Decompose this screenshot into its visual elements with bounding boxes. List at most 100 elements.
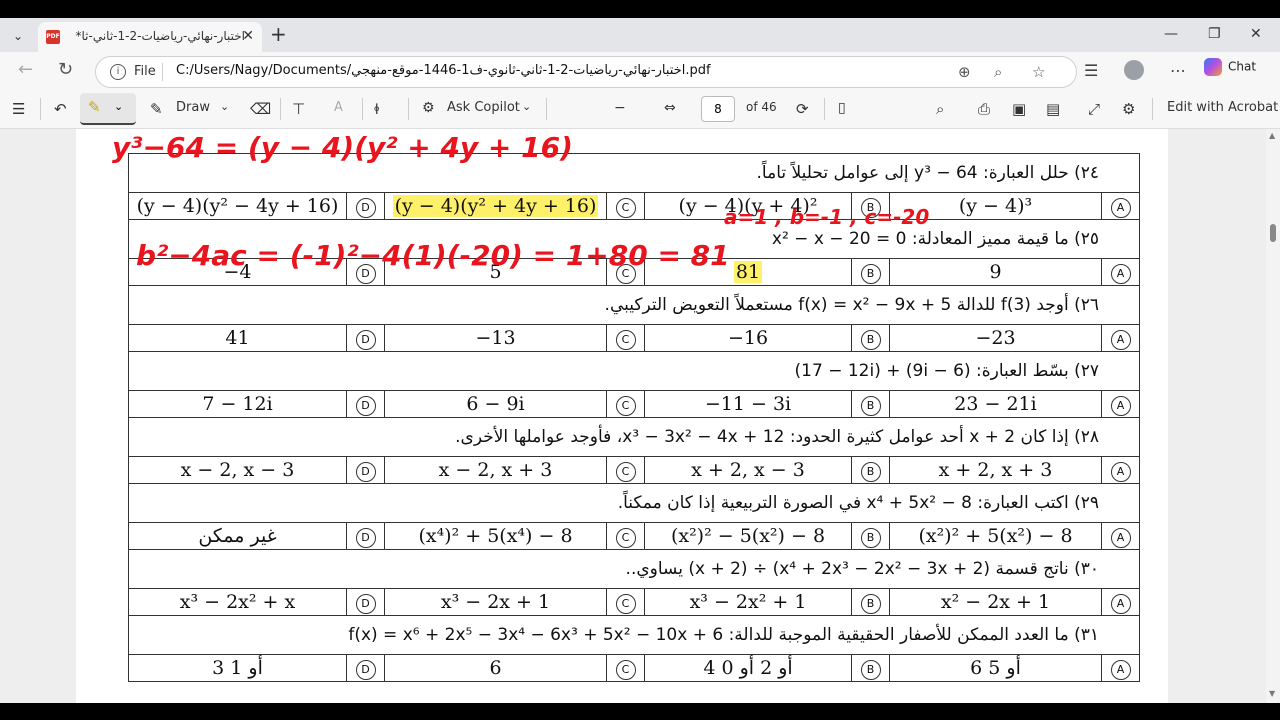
option-value: 81 <box>733 261 763 283</box>
option-d-text: x³ − 2x² + x <box>128 588 347 616</box>
question-text: ٢٩) اكتب العبارة: x⁴ + 5x² − 8 في الصورة… <box>127 483 1141 523</box>
pdf-file-icon: PDF <box>46 30 60 44</box>
option-a-letter: A <box>1100 192 1141 220</box>
copilot-icon <box>1204 58 1222 76</box>
zoom-out-icon[interactable]: − <box>614 100 626 116</box>
option-letter-circle: D <box>355 198 376 218</box>
option-d-text: (y − 4)(y² − 4y + 16) <box>128 192 347 220</box>
option-value: 9 <box>989 261 1002 283</box>
divider <box>40 98 41 120</box>
document-viewport[interactable]: ٢٤) حلل العبارة: 64 − y³ إلى عوامل تحليل… <box>0 129 1266 703</box>
ask-copilot-label[interactable]: Ask Copilot <box>447 100 520 115</box>
draw-pen-icon[interactable]: ✎ <box>150 100 163 118</box>
option-d-letter: D <box>346 522 385 550</box>
highlight-button[interactable]: ✎ ⌄ <box>80 93 136 125</box>
copilot-icon[interactable]: ⚙ <box>422 100 435 116</box>
option-b-letter: B <box>851 456 890 484</box>
info-icon[interactable]: i <box>110 64 126 80</box>
option-c-letter: C <box>606 456 645 484</box>
chat-label: Chat <box>1228 59 1257 74</box>
favorite-star-icon[interactable]: ☆ <box>1032 63 1045 81</box>
option-a-letter: A <box>1100 456 1141 484</box>
save-icon[interactable]: ▣ <box>1012 100 1026 118</box>
address-bar[interactable]: i File C:/Users/Nagy/Documents/اختبار-نه… <box>95 56 1077 88</box>
profile-avatar[interactable] <box>1124 60 1144 80</box>
scroll-up-icon[interactable]: ▲ <box>1269 131 1275 140</box>
refresh-icon[interactable]: ↻ <box>58 60 73 80</box>
favorites-icon[interactable]: ☰ <box>1084 61 1098 80</box>
close-tab-icon[interactable]: ✕ <box>242 28 254 44</box>
question-text: ٣١) ما العدد الممكن للأصفار الحقيقية الم… <box>127 615 1141 655</box>
option-a-letter: A <box>1100 654 1141 682</box>
option-a-letter: A <box>1100 324 1141 352</box>
new-tab-icon[interactable]: + <box>270 24 287 44</box>
vertical-scrollbar[interactable]: ▲ ▼ <box>1266 129 1280 703</box>
chevron-down-icon[interactable]: ⌄ <box>522 100 531 113</box>
divider <box>408 98 409 120</box>
option-a-letter: A <box>1100 258 1141 286</box>
option-c-text: −13 <box>384 324 607 352</box>
fullscreen-icon[interactable]: ⤢ <box>1088 100 1100 118</box>
tab-strip: ⌄ PDF اختبار-نهائي-رياضيات-2-1-ثاني-ثا* … <box>0 18 1280 52</box>
eraser-icon[interactable]: ⌫ <box>250 100 271 118</box>
contents-icon[interactable]: ☰ <box>12 100 25 118</box>
question-row: ٢٧) بسّط العبارة: (6 − 9i) + (17 − 12i) <box>127 351 1141 391</box>
close-window-icon[interactable]: ✕ <box>1250 26 1262 42</box>
restore-icon[interactable]: ❐ <box>1208 26 1221 42</box>
text-box-icon[interactable]: ⊤ <box>292 100 305 118</box>
read-aloud-icon[interactable]: ꬹ <box>374 100 380 119</box>
back-arrow-icon[interactable]: ← <box>18 60 33 80</box>
minimize-icon[interactable]: — <box>1164 26 1178 42</box>
tab-actions-chevron-icon[interactable]: ⌄ <box>8 26 28 46</box>
undo-icon[interactable]: ↶ <box>54 100 67 118</box>
options-row: غير ممكن D (x⁴)² + 5(x⁴) − 8 C (x²)² − 5(x²)… <box>128 522 1141 550</box>
url-text[interactable]: C:/Users/Nagy/Documents/اختبار-نهائي-ريا… <box>176 63 711 78</box>
option-value: (x²)² + 5(x²) − 8 <box>918 525 1073 547</box>
option-letter-circle: D <box>355 396 376 416</box>
copilot-chat-button[interactable]: Chat <box>1204 58 1256 82</box>
option-d-letter: D <box>346 324 385 352</box>
option-value: (x⁴)² + 5(x⁴) − 8 <box>418 525 573 547</box>
fit-width-icon[interactable]: ⇔ <box>664 100 676 116</box>
text-style-icon: A <box>334 100 343 115</box>
draw-label[interactable]: Draw <box>176 100 210 115</box>
zoom-icon[interactable]: ⌕ <box>994 63 1002 81</box>
option-letter-circle: D <box>355 330 376 350</box>
options-row: x³ − 2x² + x Dx³ − 2x + 1 Cx³ − 2x² + 1 Bx²… <box>128 588 1141 616</box>
search-icon[interactable]: ⌕ <box>936 100 944 118</box>
settings-gear-icon[interactable]: ⚙ <box>1122 100 1135 118</box>
question-row: ٢٦) أوجد f(3) للدالة f(x) = x² − 9x + 5 … <box>127 285 1141 325</box>
option-letter-circle: B <box>860 660 881 680</box>
option-value: x + 2, x + 3 <box>938 459 1053 481</box>
option-value: غير ممكن <box>198 525 277 547</box>
option-letter-circle: A <box>1110 660 1131 680</box>
save-as-icon[interactable]: ▤ <box>1046 100 1060 118</box>
option-b-text: (x²)² − 5(x²) − 8 <box>644 522 852 550</box>
page-number-input[interactable]: 8 <box>701 96 735 122</box>
file-label: File <box>134 64 156 79</box>
highlighter-icon: ✎ <box>88 98 101 116</box>
option-letter-circle: C <box>615 528 636 548</box>
page-view-icon[interactable]: ▯ <box>838 100 846 116</box>
scroll-down-icon[interactable]: ▼ <box>1269 689 1275 698</box>
tab-pdf[interactable]: PDF اختبار-نهائي-رياضيات-2-1-ثاني-ثا* ✕ <box>38 22 262 52</box>
question-text: ٣٠) ناتج قسمة (x⁴ + 2x³ − 2x² − 3x + 2) … <box>127 549 1141 589</box>
rotate-icon[interactable]: ⟳ <box>796 100 809 118</box>
options-row: 41 D −13 C −16 B −23 A <box>128 324 1141 352</box>
more-menu-icon[interactable]: ⋯ <box>1170 61 1186 80</box>
edit-with-acrobat-button[interactable]: Edit with Acrobat <box>1167 100 1278 115</box>
chevron-down-icon[interactable]: ⌄ <box>220 100 229 113</box>
option-d-letter: D <box>346 390 385 418</box>
print-icon[interactable]: ⎙ <box>978 100 990 118</box>
option-value: 6 − 9i <box>466 393 525 415</box>
option-value: 41 <box>225 327 250 349</box>
option-c-letter: C <box>606 654 645 682</box>
option-b-letter: B <box>851 324 890 352</box>
handwritten-factoring: y³−64 = (y − 4)(y² + 4y + 16) <box>112 131 573 164</box>
scroll-thumb[interactable] <box>1270 224 1276 242</box>
app-available-icon[interactable]: ⊕ <box>958 63 971 81</box>
option-d-letter: D <box>346 588 385 616</box>
option-value: −11 − 3i <box>704 393 792 415</box>
option-letter-circle: D <box>355 660 376 680</box>
option-b-text: −16 <box>644 324 852 352</box>
